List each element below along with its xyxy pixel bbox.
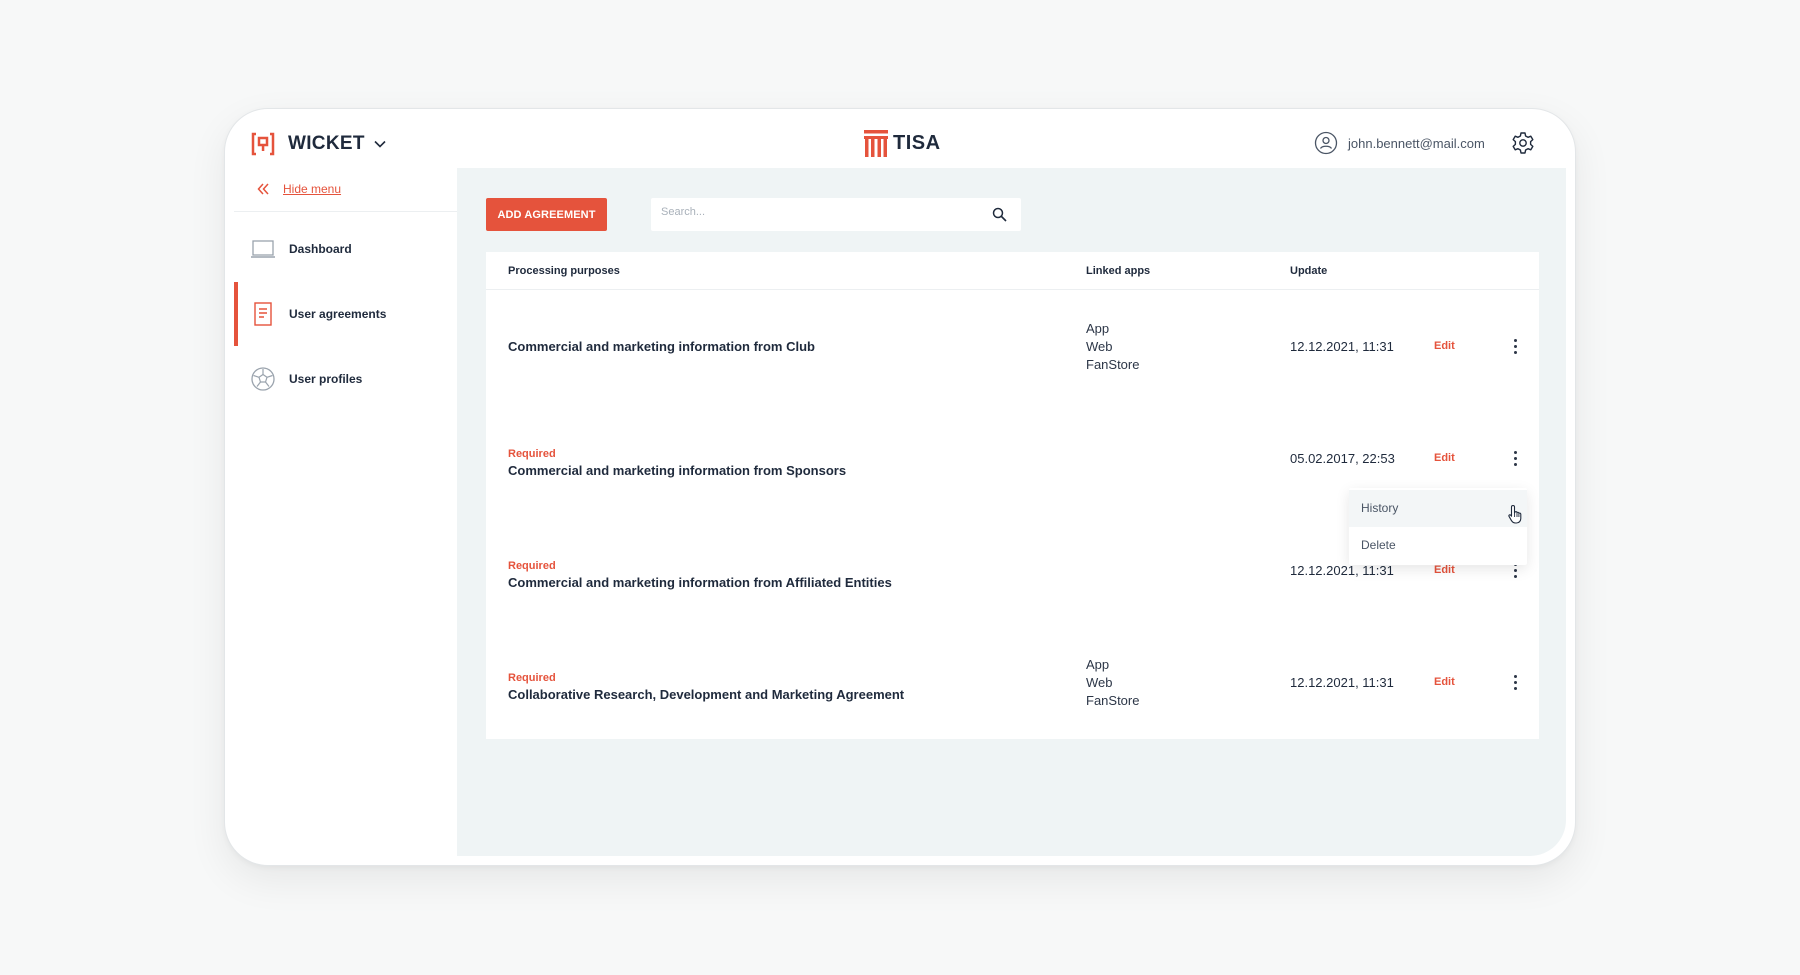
tisa-logo: TISA — [864, 130, 941, 157]
menu-item-delete[interactable]: Delete — [1349, 527, 1527, 564]
linked-app: App — [1086, 321, 1110, 336]
settings-gear-icon[interactable] — [1510, 130, 1536, 156]
row-purpose: Collaborative Research, Development and … — [508, 687, 905, 702]
tisa-logo-text: TISA — [893, 132, 941, 154]
edit-link[interactable]: Edit — [1434, 452, 1455, 464]
linked-app: App — [1086, 657, 1110, 672]
sidebar-item-label: User agreements — [289, 307, 387, 321]
sidebar-item-label: Dashboard — [289, 242, 352, 256]
add-agreement-button[interactable]: ADD AGREEMENT — [486, 198, 607, 231]
linked-app: Web — [1086, 675, 1113, 690]
hide-menu-label: Hide menu — [283, 182, 342, 196]
more-options-icon[interactable] — [1509, 338, 1521, 356]
row-purpose: Commercial and marketing information fro… — [508, 339, 815, 354]
device-frame: WICKET TISA john.bennett@mail.com Hide m… — [224, 108, 1576, 866]
search-icon[interactable] — [992, 207, 1007, 222]
row-update-date: 05.02.2017, 22:53 — [1290, 451, 1395, 466]
double-chevron-left-icon — [257, 183, 269, 195]
more-options-icon[interactable] — [1509, 674, 1521, 692]
user-avatar-icon — [1314, 131, 1338, 155]
sidebar-item-user-agreements[interactable]: User agreements — [234, 282, 457, 346]
edit-link[interactable]: Edit — [1434, 564, 1455, 576]
brand-name: WICKET — [288, 133, 365, 154]
required-badge: Required — [508, 560, 556, 572]
sidebar-item-user-profiles[interactable]: User profiles — [234, 347, 457, 411]
table-row: Required Collaborative Research, Develop… — [486, 626, 1539, 738]
app-screen: WICKET TISA john.bennett@mail.com Hide m… — [234, 118, 1566, 856]
soccer-ball-icon — [251, 367, 275, 391]
column-header-linked-apps[interactable]: Linked apps — [1086, 265, 1150, 277]
menu-item-history[interactable]: History — [1349, 490, 1527, 527]
sidebar: Hide menu Dashboard User agreements User… — [234, 168, 457, 856]
chevron-down-icon — [374, 140, 386, 148]
table-row: Commercial and marketing information fro… — [486, 290, 1539, 402]
edit-link[interactable]: Edit — [1434, 340, 1455, 352]
user-account[interactable]: john.bennett@mail.com — [1314, 131, 1485, 155]
tisa-logo-icon — [864, 130, 888, 157]
linked-app: FanStore — [1086, 357, 1140, 372]
sidebar-item-dashboard[interactable]: Dashboard — [234, 217, 457, 281]
wicket-logo-icon — [251, 132, 275, 156]
more-options-icon[interactable] — [1509, 450, 1521, 468]
hand-pointer-cursor-icon — [1508, 504, 1522, 524]
search-box[interactable] — [651, 198, 1021, 231]
row-options-menu: History Delete — [1349, 488, 1527, 565]
edit-link[interactable]: Edit — [1434, 676, 1455, 688]
brand-switcher[interactable]: WICKET — [251, 132, 387, 156]
row-purpose: Commercial and marketing information fro… — [508, 463, 847, 478]
row-update-date: 12.12.2021, 11:31 — [1290, 339, 1394, 354]
user-email: john.bennett@mail.com — [1348, 135, 1485, 151]
top-header: WICKET TISA john.bennett@mail.com — [234, 118, 1566, 168]
required-badge: Required — [508, 672, 556, 684]
search-input[interactable] — [661, 206, 961, 218]
column-header-purposes[interactable]: Processing purposes — [508, 265, 620, 277]
linked-app: FanStore — [1086, 693, 1140, 708]
sidebar-item-label: User profiles — [289, 372, 363, 386]
row-purpose: Commercial and marketing information fro… — [508, 575, 892, 590]
required-badge: Required — [508, 448, 556, 460]
laptop-icon — [251, 240, 275, 258]
sidebar-divider — [234, 211, 457, 212]
column-header-update[interactable]: Update — [1290, 265, 1327, 277]
row-update-date: 12.12.2021, 11:31 — [1290, 675, 1394, 690]
linked-app: Web — [1086, 339, 1113, 354]
document-icon — [254, 302, 272, 326]
hide-menu-toggle[interactable]: Hide menu — [256, 182, 341, 196]
row-linked-apps: App Web FanStore — [1086, 320, 1139, 374]
row-linked-apps: App Web FanStore — [1086, 656, 1139, 710]
row-update-date: 12.12.2021, 11:31 — [1290, 563, 1394, 578]
